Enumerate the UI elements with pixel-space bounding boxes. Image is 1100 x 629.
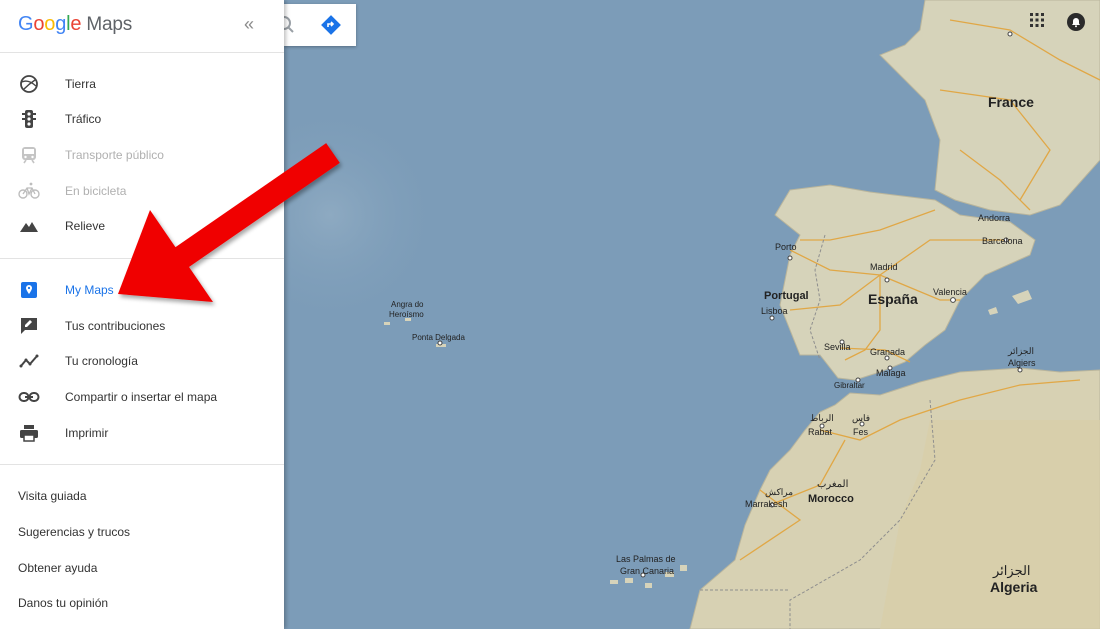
map-label-fes-ar: فاس	[852, 413, 871, 423]
apps-icon[interactable]	[1029, 12, 1045, 33]
map-label-las-palmas-2: Gran Canaria	[620, 566, 675, 576]
map-label-gibraltar: Gibraltar	[834, 381, 865, 390]
menu-item-compartir[interactable]: Compartir o insertar el mapa	[0, 379, 284, 415]
menu-item-label: En bicicleta	[65, 184, 127, 198]
collapse-menu-button[interactable]: «	[244, 14, 254, 35]
map-label-morocco-ar: المغرب	[817, 479, 849, 490]
map-label-porto: Porto	[775, 242, 797, 252]
divider	[0, 52, 284, 53]
terrain-icon	[18, 215, 40, 237]
menu-item-label: Tierra	[65, 77, 96, 91]
map-label-marrakesh-ar: مراكش	[765, 487, 794, 497]
menu-item-label: Compartir o insertar el mapa	[65, 390, 218, 404]
map-label-ponta-delgada: Ponta Delgada	[412, 333, 465, 342]
map-label-fes: Fes	[853, 427, 869, 437]
logo-letter: g	[55, 13, 67, 35]
print-icon	[18, 422, 40, 444]
map-label-granada: Granada	[870, 347, 906, 357]
search-icon[interactable]	[277, 12, 304, 38]
map-label-angra-2: Heroísmo	[389, 310, 424, 319]
bicycle-icon	[18, 180, 40, 202]
menu-item-en-bicicleta[interactable]: En bicicleta	[0, 173, 284, 209]
menu-item-tu-cronologia[interactable]: Tu cronología	[0, 343, 284, 379]
map-label-las-palmas-1: Las Palmas de	[616, 554, 676, 564]
map-label-rabat: Rabat	[808, 427, 833, 437]
logo-maps-text: Maps	[86, 14, 133, 35]
menu-link-sugerencias[interactable]: Sugerencias y trucos	[18, 525, 130, 539]
earth-icon	[18, 73, 40, 95]
map-label-angra-1: Angra do	[391, 300, 424, 309]
map-label-madrid: Madrid	[870, 262, 898, 272]
notifications-icon[interactable]	[1066, 12, 1086, 37]
menu-item-my-maps[interactable]: My Maps	[0, 272, 284, 308]
contributions-icon	[18, 315, 40, 337]
menu-item-imprimir[interactable]: Imprimir	[0, 415, 284, 451]
map-label-algeria-ar: الجزائر	[993, 563, 1031, 578]
menu-item-trafico[interactable]: Tráfico	[0, 101, 284, 137]
divider	[0, 258, 284, 259]
map-label-algeria: Algeria	[990, 579, 1038, 595]
menu-item-tierra[interactable]: Tierra	[0, 66, 284, 102]
map-label-algiers: Algiers	[1008, 358, 1036, 368]
menu-item-label: Transporte público	[65, 148, 164, 162]
menu-item-label: Relieve	[65, 219, 106, 233]
menu-item-tus-contribuciones[interactable]: Tus contribuciones	[0, 308, 284, 344]
menu-item-label: Imprimir	[65, 426, 109, 440]
map-label-lisboa: Lisboa	[761, 306, 788, 316]
map-label-marrakesh: Marrakesh	[745, 499, 788, 509]
map-label-algiers-ar: الجزائر	[1008, 346, 1034, 356]
side-menu: Google Maps « Tierra Tráfico Transporte p…	[0, 0, 284, 629]
menu-item-label: Tráfico	[65, 112, 102, 126]
map-label-sevilla: Sevilla	[824, 342, 851, 352]
map-label-morocco: Morocco	[808, 493, 854, 505]
transit-icon	[18, 144, 40, 166]
menu-item-label: Tu cronología	[65, 354, 138, 368]
logo-letter: o	[33, 13, 45, 35]
menu-link-visita-guiada[interactable]: Visita guiada	[18, 489, 87, 503]
map-label-valencia: Valencia	[933, 287, 967, 297]
menu-item-label: My Maps	[65, 283, 114, 297]
my-maps-icon	[18, 279, 40, 301]
map-label-barcelona: Barcelona	[982, 236, 1023, 246]
map-label-france: France	[988, 94, 1034, 110]
menu-item-label: Tus contribuciones	[65, 319, 166, 333]
logo-letter: G	[18, 13, 34, 35]
logo-letter: e	[70, 13, 82, 35]
divider	[0, 464, 284, 465]
google-maps-logo[interactable]: Google Maps	[18, 13, 132, 36]
map-label-espana: España	[868, 291, 918, 307]
directions-icon	[321, 15, 341, 35]
map-label-malaga: Malaga	[876, 368, 906, 378]
timeline-icon	[18, 350, 40, 372]
traffic-icon	[18, 108, 40, 130]
map-label-portugal: Portugal	[764, 290, 809, 302]
directions-button[interactable]	[316, 10, 346, 40]
map-label-andorra: Andorra	[978, 213, 1011, 223]
logo-letter: o	[44, 13, 56, 35]
menu-item-relieve[interactable]: Relieve	[0, 208, 284, 244]
menu-link-danos-opinion[interactable]: Danos tu opinión	[18, 596, 108, 610]
menu-item-transporte-publico[interactable]: Transporte público	[0, 137, 284, 173]
link-icon	[18, 386, 40, 408]
map-label-rabat-ar: الرباط	[810, 413, 834, 423]
menu-link-obtener-ayuda[interactable]: Obtener ayuda	[18, 561, 97, 575]
